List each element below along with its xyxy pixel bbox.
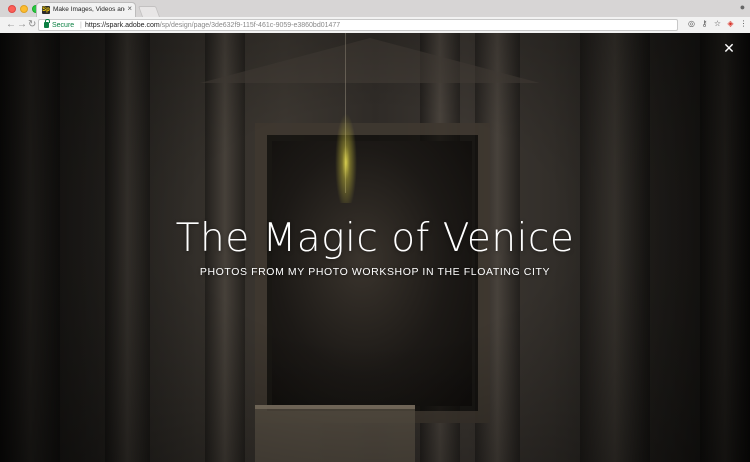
tab-close-icon[interactable]: × — [127, 4, 132, 14]
tab-title: Make Images, Videos and Web — [53, 6, 125, 13]
profile-avatar-icon[interactable]: ● — [738, 3, 747, 12]
lock-icon — [44, 19, 50, 28]
key-icon[interactable]: ⚷ — [700, 19, 709, 28]
browser-toolbar: ← → ↻ Secure | https://spark.adobe.com/s… — [0, 17, 750, 33]
back-arrow-icon[interactable]: ← — [6, 19, 16, 31]
browser-menu-icon[interactable]: ⋮ — [739, 19, 748, 28]
hero-banner: ✕ The Magic of Venice PHOTOS FROM MY PHO… — [0, 33, 750, 462]
close-window-button[interactable] — [8, 5, 16, 13]
forward-arrow-icon[interactable]: → — [17, 19, 27, 31]
bookmark-star-icon[interactable]: ☆ — [713, 19, 722, 28]
url-host: https://spark.adobe.com — [85, 22, 160, 29]
page-title: The Magic of Venice — [175, 216, 575, 261]
url-path: /sp/design/page/3de632f9-115f-461c-9059-… — [159, 22, 341, 29]
close-icon[interactable]: ✕ — [722, 41, 736, 55]
extension-shield-icon[interactable]: ◈ — [726, 19, 735, 28]
tab-strip: Sp Make Images, Videos and Web × — [0, 0, 750, 17]
address-bar[interactable]: Secure | https://spark.adobe.com/sp/desi… — [38, 19, 678, 31]
browser-tab[interactable]: Sp Make Images, Videos and Web × — [36, 2, 136, 17]
browser-chrome: Sp Make Images, Videos and Web × ← → ↻ S… — [0, 0, 750, 33]
secure-label: Secure — [52, 22, 75, 29]
page-subtitle: PHOTOS FROM MY PHOTO WORKSHOP IN THE FLO… — [199, 266, 551, 278]
minimize-window-button[interactable] — [20, 5, 28, 13]
new-tab-button[interactable] — [137, 6, 161, 17]
reload-icon[interactable]: ↻ — [28, 19, 36, 31]
spark-favicon-icon: Sp — [42, 6, 50, 14]
extension-icon[interactable]: ◎ — [687, 19, 696, 28]
url-text: https://spark.adobe.com/sp/design/page/3… — [85, 20, 340, 31]
url-separator: | — [80, 22, 82, 29]
